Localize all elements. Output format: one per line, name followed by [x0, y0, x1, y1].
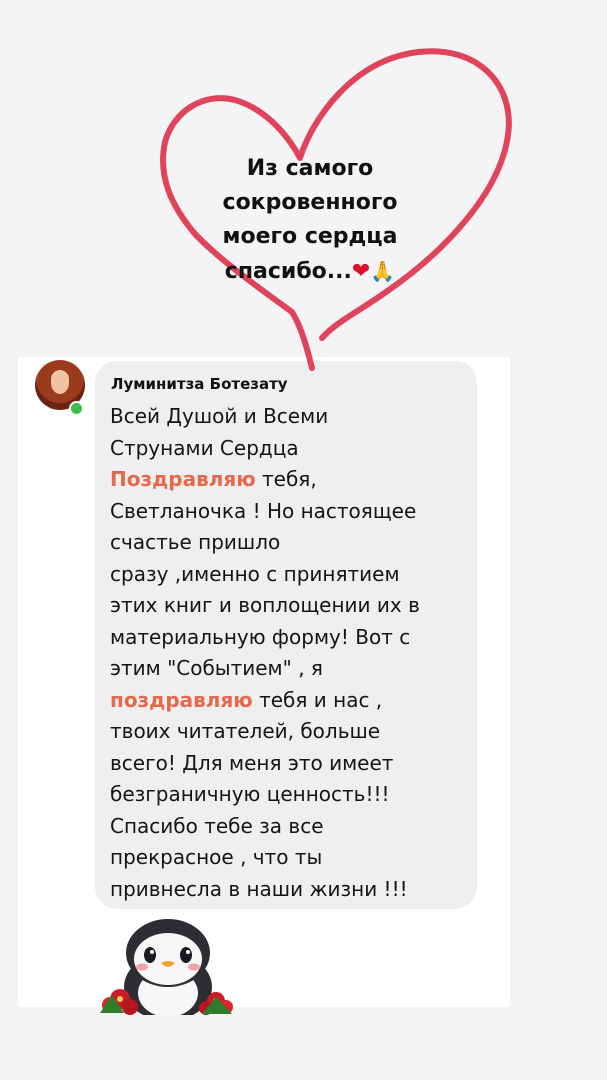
- comment-line-text: этим "Событием" , я: [110, 656, 323, 680]
- comment-line: прекрасное , что ты: [110, 842, 472, 874]
- comment-line-text: сразу ,именно с принятием: [110, 561, 400, 586]
- penguin-sticker: [100, 919, 233, 1015]
- comment-line-text: материальную форму! Вот с: [110, 624, 411, 649]
- comment-line-text: тебя и нас ,: [252, 687, 383, 712]
- avatar-face: [51, 372, 69, 394]
- comment-line: безграничную ценность!!!: [110, 779, 472, 811]
- comment-line: этих книг и воплощении их в: [110, 590, 472, 622]
- comment-line: Светланочка ! Но настоящее: [110, 496, 472, 528]
- caption-line-4-text: спасибо...: [224, 259, 352, 284]
- caption-line-3: моего сердца: [222, 224, 398, 249]
- comment-line: материальную форму! Вот с: [110, 622, 472, 654]
- online-status-icon: [69, 401, 84, 416]
- caption-line-2: сокровенного: [222, 190, 398, 215]
- comment-line-text: Спасибо тебе за все: [110, 813, 324, 838]
- comment-line-text: этих книг и воплощении их в: [110, 593, 420, 617]
- red-heart-icon: ❤: [351, 259, 371, 284]
- story-caption: Из самого сокровенного моего сердца спас…: [150, 152, 470, 289]
- comment-line: Всей Душой и Всеми: [110, 401, 472, 433]
- comment-line: этим "Событием" , я: [110, 653, 472, 685]
- comment-line-text: твоих читателей, больше: [110, 719, 381, 743]
- comment-line-text: Светланочка ! Но настоящее: [110, 498, 417, 523]
- praying-hands-icon: 🙏: [370, 259, 396, 283]
- comment-line: всего! Для меня это имеет: [110, 748, 472, 780]
- comment-line-text: Всей Душой и Всеми: [110, 404, 329, 428]
- comment-line-text: тебя,: [255, 467, 317, 491]
- comment-text: Всей Душой и Всеми Струнами Сердца Поздрав…: [110, 401, 472, 905]
- comment-line-text: безграничную ценность!!!: [110, 782, 390, 806]
- comment-line-text: прекрасное , что ты: [110, 845, 323, 869]
- caption-line-4: спасибо...❤🙏: [150, 254, 470, 289]
- comment-line: сразу ,именно с принятием: [110, 559, 472, 591]
- highlighted-word: поздравляю: [110, 687, 253, 712]
- comment-line: Струнами Сердца: [110, 433, 472, 465]
- caption-line-1: Из самого: [246, 156, 374, 181]
- comment-line-text: Струнами Сердца: [110, 435, 299, 460]
- comment-author[interactable]: Луминитза Ботезату: [111, 375, 288, 393]
- comment-line: Спасибо тебе за все: [110, 811, 472, 843]
- comment-line: счастье пришло: [110, 527, 472, 559]
- comment-line: Поздравляю тебя,: [110, 464, 472, 496]
- comment-line-text: всего! Для меня это имеет: [110, 750, 394, 775]
- highlighted-word: Поздравляю: [110, 467, 256, 491]
- comment-line: твоих читателей, больше: [110, 716, 472, 748]
- comment-line: привнесла в наши жизни !!!: [110, 874, 472, 906]
- comment-line-text: привнесла в наши жизни !!!: [110, 876, 408, 901]
- comment-line: поздравляю тебя и нас ,: [110, 685, 472, 717]
- comment-line-text: счастье пришло: [110, 530, 281, 554]
